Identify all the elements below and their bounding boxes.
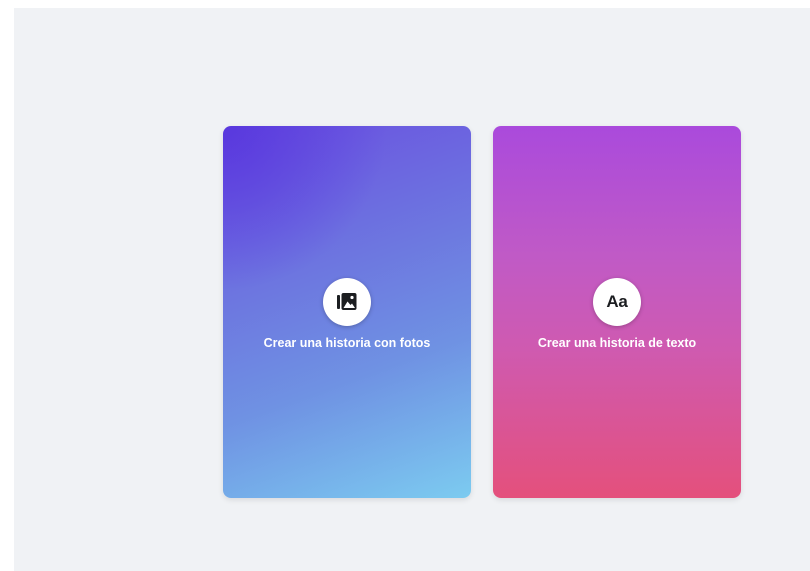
window: Crear una historia con fotos Aa Crear un… [0, 0, 810, 571]
photo-gallery-icon [337, 293, 357, 310]
create-text-story-label: Crear una historia de texto [537, 336, 697, 350]
text-icon-circle: Aa [593, 278, 641, 326]
text-aa-icon: Aa [606, 292, 628, 311]
create-photo-story-label: Crear una historia con fotos [263, 336, 431, 350]
story-create-area: Crear una historia con fotos Aa Crear un… [14, 8, 810, 571]
create-photo-story-card[interactable]: Crear una historia con fotos [223, 126, 471, 498]
photo-icon-circle [323, 278, 371, 326]
create-text-story-card[interactable]: Aa Crear una historia de texto [493, 126, 741, 498]
